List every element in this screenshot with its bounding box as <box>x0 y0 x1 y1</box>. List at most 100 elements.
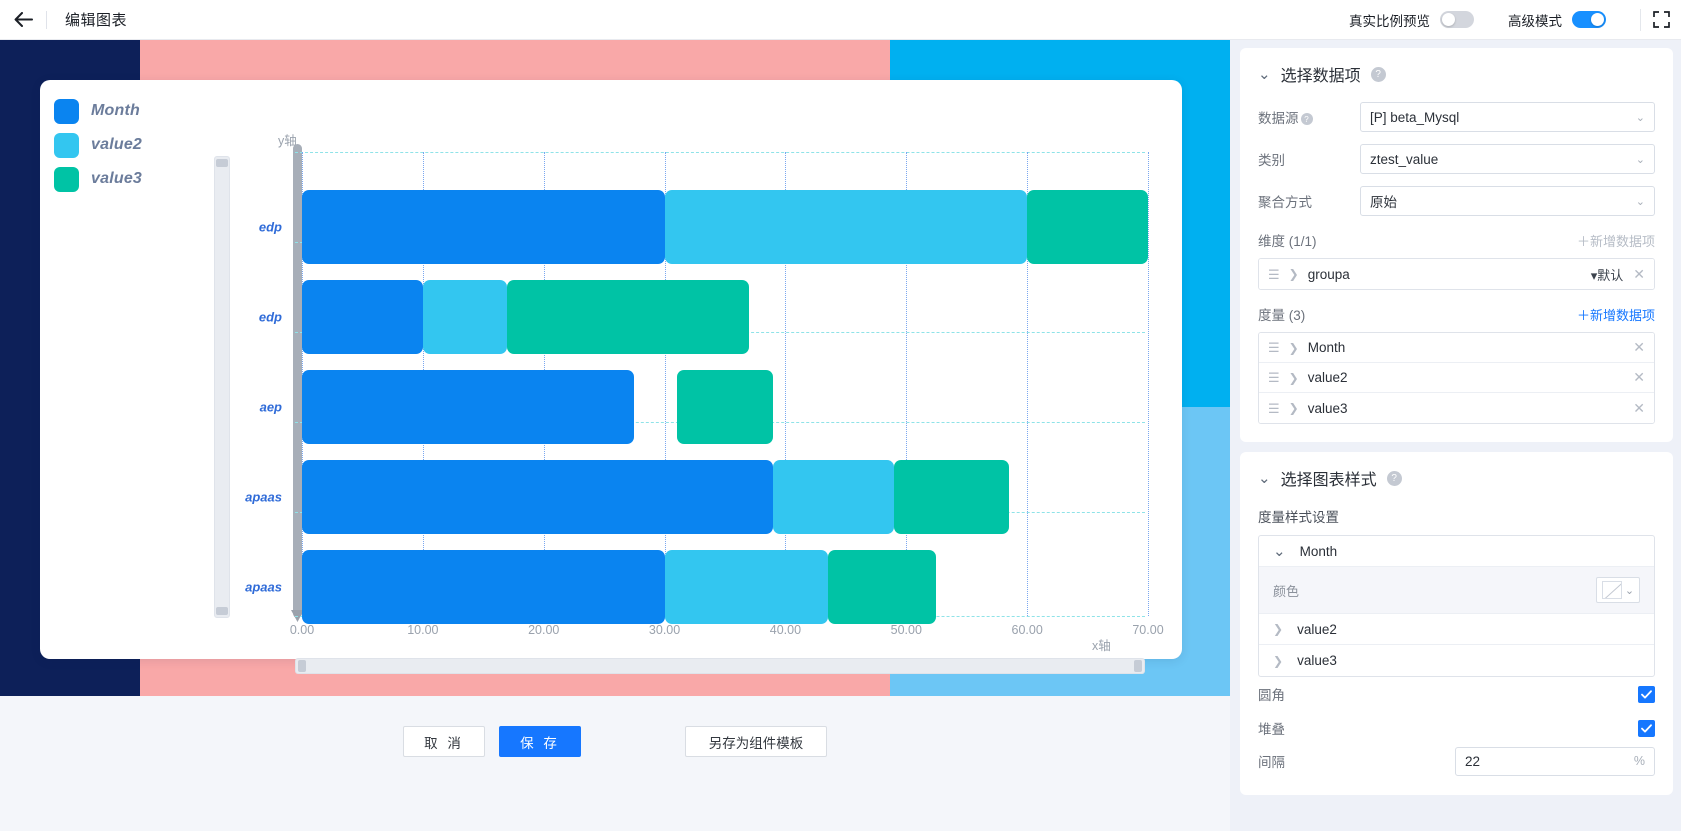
save-button[interactable]: 保 存 <box>499 726 581 757</box>
chevron-right-icon[interactable]: ❯ <box>1289 267 1299 281</box>
chevron-right-icon[interactable]: ❯ <box>1289 401 1299 415</box>
scroll-handle-right[interactable] <box>1134 660 1142 672</box>
drag-handle-icon[interactable]: ☰ <box>1268 371 1280 384</box>
dimension-row[interactable]: ☰ ❯ groupa ▾默认 ✕ <box>1259 259 1654 289</box>
question-icon[interactable]: ? <box>1386 470 1402 486</box>
chevron-down-icon: ⌄ <box>1635 153 1645 166</box>
chevron-right-icon[interactable]: ❯ <box>1289 341 1299 355</box>
dimension-sort-tag[interactable]: ▾默认 <box>1591 265 1624 284</box>
aggregation-value: 原始 <box>1370 195 1397 210</box>
measure-name: value3 <box>1307 400 1348 416</box>
bar-segment[interactable] <box>664 550 828 624</box>
measure-row[interactable]: ☰ ❯ Month ✕ <box>1259 333 1654 363</box>
measure-style-header-month[interactable]: ⌄ Month <box>1259 536 1654 567</box>
chart-widget[interactable]: Month value2 value3 y轴 x轴 0.00 10.00 20.00 30… <box>40 80 1182 674</box>
x-axis-tick-label: 20.00 <box>528 623 560 637</box>
chevron-down-icon: ⌄ <box>1635 111 1645 124</box>
real-scale-preview-toggle[interactable] <box>1440 11 1474 28</box>
measure-style-header-value3[interactable]: ❯ value3 <box>1259 645 1654 676</box>
category-select[interactable]: ztest_value ⌄ <box>1360 144 1655 174</box>
add-dimension-link[interactable]: ＋新增数据项 <box>1577 231 1655 250</box>
advanced-mode-group: 高级模式 <box>1508 10 1606 30</box>
remove-icon[interactable]: ✕ <box>1633 339 1645 356</box>
scroll-handle-bottom[interactable] <box>216 607 228 615</box>
bar-segment[interactable] <box>507 280 750 354</box>
datasource-value: [P] beta_Mysql <box>1370 109 1460 125</box>
fullscreen-button[interactable] <box>1641 0 1681 40</box>
app-header: 编辑图表 真实比例预览 高级模式 <box>0 0 1681 40</box>
chart-horizontal-scrollbar[interactable] <box>295 658 1145 674</box>
chevron-right-icon[interactable]: ❯ <box>1289 371 1299 385</box>
y-axis-line <box>293 148 302 618</box>
x-axis-tick-label: 40.00 <box>769 623 802 637</box>
toggle-knob <box>1442 13 1455 26</box>
remove-icon[interactable]: ✕ <box>1633 369 1645 386</box>
add-measure-link[interactable]: ＋新增数据项 <box>1577 305 1655 324</box>
remove-icon[interactable]: ✕ <box>1633 266 1645 283</box>
option-label: 堆叠 <box>1258 722 1285 737</box>
bar-segment[interactable] <box>894 460 1009 534</box>
question-icon[interactable]: ? <box>1300 113 1313 126</box>
question-icon[interactable]: ? <box>1370 66 1386 82</box>
field-datasource: 数据源? [P] beta_Mysql ⌄ <box>1258 102 1655 132</box>
measure-style-label: 度量样式设置 <box>1258 510 1339 525</box>
bar-segment[interactable] <box>676 370 774 444</box>
chevron-down-icon: ⌄ <box>1635 195 1645 208</box>
measure-header: 度量 (3) ＋新增数据项 <box>1258 304 1655 324</box>
chevron-down-icon[interactable]: ⌄ <box>1258 65 1271 83</box>
grid-line-vertical <box>1148 152 1149 616</box>
x-axis-tick-label: 0.00 <box>289 623 315 637</box>
color-picker[interactable]: ⌄ <box>1596 577 1640 603</box>
back-button[interactable] <box>0 0 46 40</box>
measure-style-header-value2[interactable]: ❯ value2 <box>1259 614 1654 645</box>
real-scale-preview-label: 真实比例预览 <box>1349 13 1430 29</box>
style-section-title: 选择图表样式 <box>1280 472 1377 489</box>
bar-segment[interactable] <box>302 460 774 534</box>
chart-style-card: ⌄ 选择图表样式 ? 度量样式设置 ⌄ Month 颜色 ⌄ ❯ value2 … <box>1240 452 1673 795</box>
measure-name: Month <box>1307 340 1346 355</box>
bar-segment[interactable] <box>664 190 1028 264</box>
chevron-down-icon[interactable]: ⌄ <box>1258 469 1271 487</box>
gap-input[interactable]: 22 % <box>1455 746 1655 776</box>
bar-segment[interactable] <box>422 280 508 354</box>
measure-row[interactable]: ☰ ❯ value3 ✕ <box>1259 393 1654 423</box>
chart-plot: y轴 x轴 0.00 10.00 20.00 30.00 40.00 50.00 60.00… <box>40 80 1182 659</box>
check-icon <box>1641 723 1652 732</box>
measure-style-body-month: 颜色 ⌄ <box>1259 567 1654 614</box>
scroll-handle-top[interactable] <box>216 159 228 167</box>
drag-handle-icon[interactable]: ☰ <box>1268 402 1280 415</box>
x-axis-tick-label: 30.00 <box>648 623 681 637</box>
cancel-button[interactable]: 取 消 <box>403 726 485 757</box>
option-label: 圆角 <box>1258 688 1285 703</box>
save-as-template-button[interactable]: 另存为组件模板 <box>685 726 827 757</box>
bar-segment[interactable] <box>827 550 937 624</box>
measure-style-name: Month <box>1299 543 1338 559</box>
advanced-mode-toggle[interactable] <box>1572 11 1606 28</box>
bar-segment[interactable] <box>773 460 895 534</box>
category-value: ztest_value <box>1370 151 1439 167</box>
measure-label: 度量 (3) <box>1258 308 1306 323</box>
chart-canvas: Month value2 value3 y轴 x轴 0.00 10.00 20.00 30… <box>0 40 1230 696</box>
bar-segment[interactable] <box>302 190 665 264</box>
bar-segment[interactable] <box>302 280 423 354</box>
datasource-select[interactable]: [P] beta_Mysql ⌄ <box>1360 102 1655 132</box>
dimension-list: ☰ ❯ groupa ▾默认 ✕ <box>1258 258 1655 290</box>
x-axis-tick-label: 50.00 <box>890 623 922 637</box>
bar-segment[interactable] <box>302 370 635 444</box>
measure-row[interactable]: ☰ ❯ value2 ✕ <box>1259 363 1654 393</box>
aggregation-select[interactable]: 原始 ⌄ <box>1360 186 1655 216</box>
gap-value: 22 <box>1465 753 1481 769</box>
drag-handle-icon[interactable]: ☰ <box>1268 268 1280 281</box>
remove-icon[interactable]: ✕ <box>1633 400 1645 417</box>
rounded-corner-checkbox[interactable] <box>1638 685 1655 703</box>
chart-vertical-scrollbar[interactable] <box>214 156 230 618</box>
bar-segment[interactable] <box>1027 190 1148 264</box>
scroll-handle-left[interactable] <box>298 660 306 672</box>
measure-style-name: value2 <box>1297 621 1337 637</box>
drag-handle-icon[interactable]: ☰ <box>1268 341 1280 354</box>
data-section-header[interactable]: ⌄ 选择数据项 ? <box>1258 62 1655 86</box>
stacked-checkbox[interactable] <box>1638 719 1655 737</box>
bar-segment[interactable] <box>302 550 665 624</box>
style-section-header[interactable]: ⌄ 选择图表样式 ? <box>1258 466 1655 490</box>
color-label: 颜色 <box>1273 583 1300 599</box>
